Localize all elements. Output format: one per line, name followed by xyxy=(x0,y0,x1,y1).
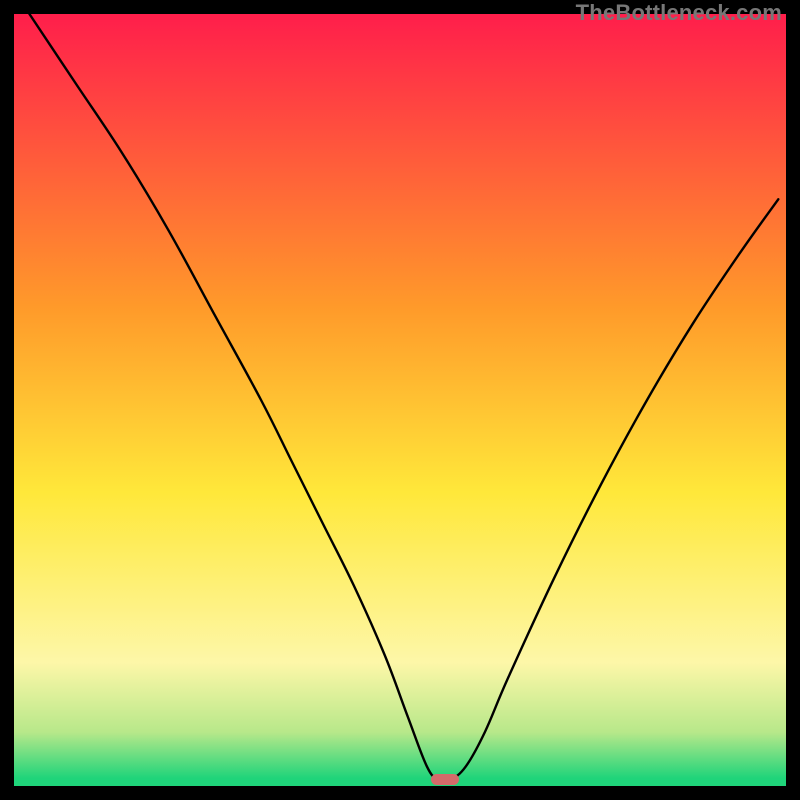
watermark-text: TheBottleneck.com xyxy=(576,0,782,26)
bottleneck-curve xyxy=(14,14,786,786)
optimal-marker xyxy=(431,774,459,785)
chart-frame: TheBottleneck.com xyxy=(0,0,800,800)
plot-area xyxy=(14,14,786,786)
